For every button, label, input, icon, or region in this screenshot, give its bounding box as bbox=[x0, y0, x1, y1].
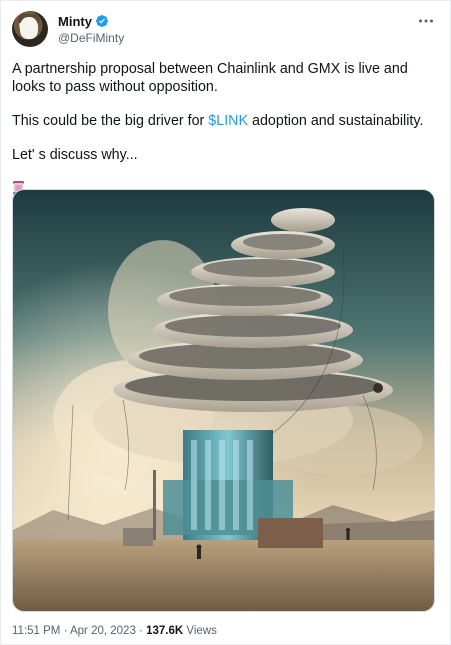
tweet-date[interactable]: Apr 20, 2023 bbox=[70, 625, 136, 637]
tweet-time[interactable]: 11:51 PM bbox=[12, 625, 60, 637]
tweet-paragraph-1: A partnership proposal between Chainlink… bbox=[12, 61, 408, 95]
handle[interactable]: @DeFiMinty bbox=[58, 31, 124, 45]
ellipsis-icon bbox=[419, 19, 433, 23]
surreal-city-image bbox=[13, 190, 434, 611]
user-info: Minty @DeFiMinty bbox=[58, 13, 124, 46]
tweet-paragraph-2: This could be the big driver for $LINK a… bbox=[12, 112, 437, 130]
views-label: Views bbox=[186, 625, 217, 637]
tweet-card: Minty @DeFiMinty A partnership proposal … bbox=[0, 0, 451, 645]
paragraph-2-lead: This could be the big driver for bbox=[12, 113, 205, 129]
tweet-meta: 11:51 PM · Apr 20, 2023 · 137.6K Views bbox=[12, 625, 217, 637]
name-row: Minty bbox=[58, 13, 124, 29]
cashtag-link[interactable]: $LINK bbox=[208, 113, 248, 129]
meta-separator: · bbox=[63, 625, 68, 637]
avatar[interactable] bbox=[12, 11, 48, 47]
tweet-paragraph-3: Let' s discuss why... bbox=[12, 147, 138, 163]
more-icon[interactable] bbox=[416, 13, 436, 29]
avatar-face bbox=[20, 17, 38, 39]
tweet-header: Minty @DeFiMinty bbox=[12, 11, 442, 51]
display-name[interactable]: Minty bbox=[58, 14, 92, 29]
verified-badge-icon bbox=[95, 15, 108, 27]
tweet-media-image[interactable] bbox=[12, 189, 435, 612]
meta-separator-2: · bbox=[139, 625, 143, 637]
paragraph-2-tail: adoption and sustainability. bbox=[248, 113, 424, 129]
tweet-text: A partnership proposal between Chainlink… bbox=[12, 60, 437, 201]
views-count: 137.6K bbox=[146, 625, 184, 637]
